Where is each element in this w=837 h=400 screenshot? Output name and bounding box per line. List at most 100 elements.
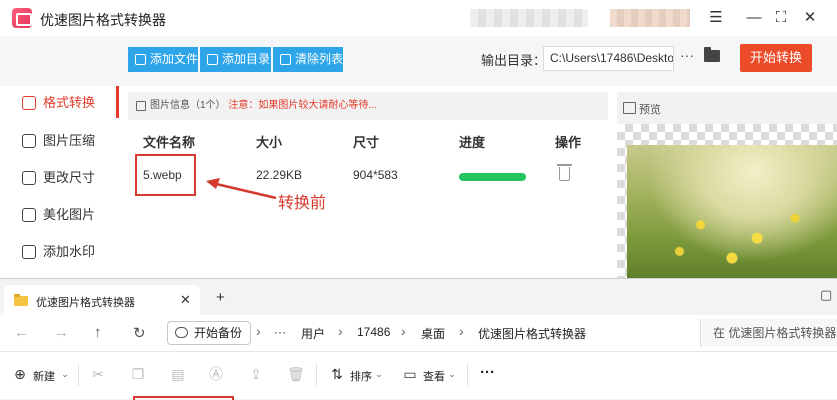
up-arrow-icon[interactable]: ↑ <box>94 324 102 341</box>
column-header-action: 操作 <box>555 135 582 150</box>
add-directory-label: 添加目录 <box>222 52 271 66</box>
backup-button[interactable]: 开始备份 <box>167 321 252 345</box>
view-button[interactable]: 查看 <box>423 368 445 384</box>
image-info-icon <box>136 101 146 111</box>
clear-list-label: 清除列表 <box>295 52 344 66</box>
breadcrumb-users[interactable]: 用户 <box>301 325 325 342</box>
back-arrow-icon[interactable]: ← <box>14 324 29 341</box>
sidebar-item-compress[interactable]: 图片压缩 <box>22 131 118 151</box>
more-options-button[interactable]: ··· <box>680 47 694 63</box>
annotation-highlight-box <box>135 154 196 196</box>
breadcrumb-overflow[interactable]: ··· <box>274 325 286 339</box>
sidebar-item-beautify[interactable]: 美化图片 <box>22 205 118 225</box>
delete-icon[interactable] <box>557 164 572 181</box>
share-icon[interactable]: ⇪ <box>248 366 264 382</box>
resize-icon <box>22 171 36 185</box>
column-header-size: 大小 <box>256 135 283 150</box>
sidebar-item-label: 格式转换 <box>43 95 96 110</box>
column-header-progress: 进度 <box>459 135 486 150</box>
sidebar-item-label: 添加水印 <box>43 244 96 259</box>
delete-icon[interactable]: 🗑 <box>287 366 305 382</box>
sidebar-item-label: 美化图片 <box>43 207 96 222</box>
view-icon: ▭ <box>403 366 417 382</box>
minimize-button[interactable]: — <box>744 8 764 28</box>
new-icon: ⊕ <box>14 366 26 382</box>
annotation-arrow-icon <box>206 178 277 200</box>
tab-close-icon[interactable]: ✕ <box>180 292 191 308</box>
folder-icon <box>207 54 218 65</box>
command-bar: ⊕ 新建 ⌄ ✂ ❐ ▤ Ⓐ ⇪ 🗑 ⇅ 排序 ⌄ ▭ 查看 ⌄ ··· <box>0 351 837 399</box>
search-input[interactable]: 在 优速图片格式转换器 <box>700 319 837 347</box>
explorer-window-control-icon[interactable]: ▢ <box>820 287 832 303</box>
image-count: （1个） <box>190 100 226 111</box>
app-logo-icon <box>12 8 32 28</box>
sidebar-item-label: 更改尺寸 <box>43 170 96 185</box>
folder-icon <box>14 294 28 306</box>
copy-icon[interactable]: ❐ <box>130 366 146 382</box>
breadcrumb-user-folder[interactable]: 17486 <box>357 325 390 339</box>
output-dir-field[interactable]: C:\Users\17486\Deskto <box>543 46 674 71</box>
image-info-bar: 图片信息（1个） 注意：如果图片较大请耐心等待... <box>128 92 608 120</box>
add-file-icon <box>135 54 146 65</box>
annotation-highlight-box-bottom <box>133 396 234 400</box>
backup-label: 开始备份 <box>194 326 243 340</box>
preview-panel: 预览 <box>617 92 837 278</box>
refresh-icon[interactable]: ↻ <box>133 324 146 342</box>
sort-icon: ⇅ <box>331 366 343 382</box>
column-header-name: 文件名称 <box>143 135 196 150</box>
progress-bar <box>459 173 526 181</box>
more-commands-button[interactable]: ··· <box>480 364 495 381</box>
chevron-down-icon: ⌄ <box>375 369 383 379</box>
trash-icon <box>280 54 291 65</box>
main-toolbar: 添加文件 添加目录 清除列表 输出目录： C:\Users\17486\Desk… <box>0 36 837 86</box>
sidebar-item-watermark[interactable]: 添加水印 <box>22 242 118 262</box>
sidebar: 格式转换 图片压缩 更改尺寸 美化图片 添加水印 <box>0 86 119 278</box>
output-dir-label: 输出目录： <box>481 53 547 68</box>
explorer-tab[interactable]: 优速图片格式转换器 ✕ <box>4 285 200 315</box>
sidebar-item-format-convert[interactable]: 格式转换 <box>22 93 118 113</box>
file-explorer-window: 优速图片格式转换器 ✕ + ▢ ← → ↑ ↻ 开始备份 › ··· 用户 › … <box>0 278 837 400</box>
chevron-right-icon: › <box>459 323 464 339</box>
maximize-button[interactable]: ⛶ <box>771 8 791 28</box>
add-file-label: 添加文件 <box>150 52 199 66</box>
clear-list-button[interactable]: 清除列表 <box>273 47 343 72</box>
forward-arrow-icon[interactable]: → <box>54 324 69 341</box>
breadcrumb-desktop[interactable]: 桌面 <box>421 325 445 342</box>
breadcrumb-current-folder[interactable]: 优速图片格式转换器 <box>478 325 586 342</box>
divider <box>467 364 468 386</box>
app-title: 优速图片格式转换器 <box>40 12 166 28</box>
add-directory-button[interactable]: 添加目录 <box>200 47 271 72</box>
convert-icon <box>22 96 36 110</box>
paste-icon[interactable]: ▤ <box>170 366 186 382</box>
open-folder-icon[interactable] <box>704 47 720 62</box>
preview-label: 预览 <box>623 101 661 117</box>
chevron-right-icon: › <box>401 323 406 339</box>
blurred-user-info <box>470 9 588 27</box>
sidebar-item-label: 图片压缩 <box>43 133 96 148</box>
start-convert-button[interactable]: 开始转换 <box>740 44 812 72</box>
sidebar-item-resize[interactable]: 更改尺寸 <box>22 168 118 188</box>
file-dims-cell: 904*583 <box>353 168 398 182</box>
rename-icon[interactable]: Ⓐ <box>208 366 224 382</box>
address-row: ← → ↑ ↻ 开始备份 › ··· 用户 › 17486 › 桌面 › 优速图… <box>0 315 837 351</box>
chevron-right-icon: › <box>338 323 343 339</box>
divider <box>78 364 79 386</box>
image-info-title: 图片信息 <box>150 100 190 111</box>
chevron-down-icon: ⌄ <box>448 369 456 379</box>
add-file-button[interactable]: 添加文件 <box>128 47 198 72</box>
blurred-account-info <box>610 9 690 27</box>
preview-image <box>627 145 837 278</box>
tab-label: 优速图片格式转换器 <box>36 297 135 309</box>
compress-icon <box>22 134 36 148</box>
watermark-icon <box>22 245 36 259</box>
new-tab-button[interactable]: + <box>216 289 225 306</box>
close-button[interactable]: ✕ <box>800 8 820 28</box>
sort-button[interactable]: 排序 <box>350 368 372 384</box>
divider <box>316 364 317 386</box>
chevron-down-icon: ⌄ <box>61 369 69 379</box>
image-info-note: 注意：如果图片较大请耐心等待... <box>228 100 377 111</box>
chevron-right-icon: › <box>256 323 261 339</box>
menu-icon[interactable]: ☰ <box>706 8 726 28</box>
cut-icon[interactable]: ✂ <box>90 366 106 382</box>
new-button[interactable]: 新建 <box>33 368 55 384</box>
